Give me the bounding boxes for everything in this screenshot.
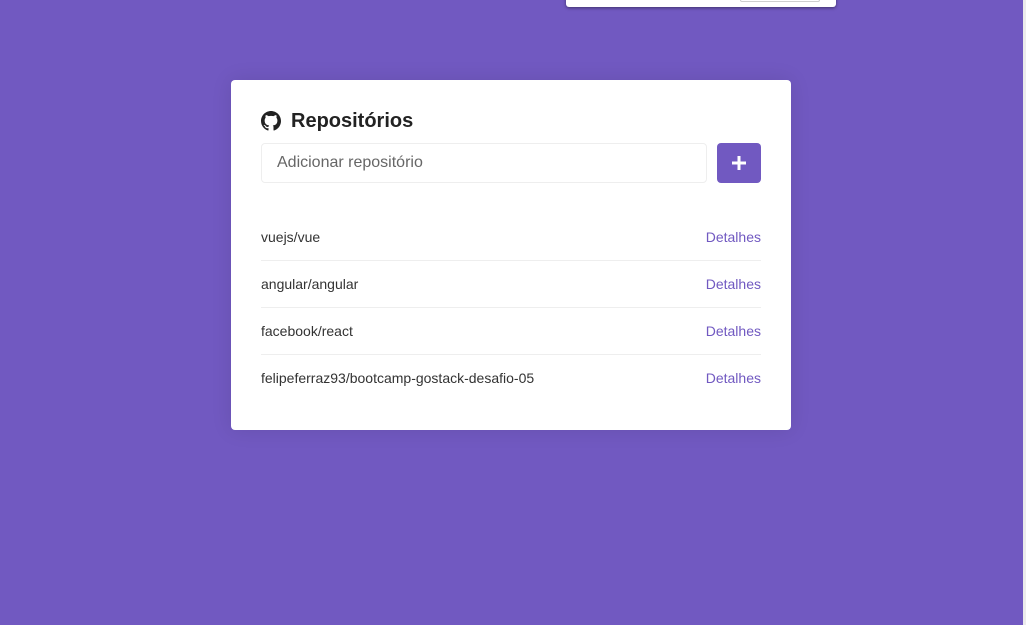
details-link[interactable]: Detalhes xyxy=(706,229,761,245)
repository-input[interactable] xyxy=(261,143,707,183)
repository-list: vuejs/vue Detalhes angular/angular Detal… xyxy=(261,213,761,401)
github-icon xyxy=(261,111,281,131)
top-popup-control[interactable] xyxy=(740,0,820,2)
details-link[interactable]: Detalhes xyxy=(706,370,761,386)
repository-name: angular/angular xyxy=(261,276,359,292)
add-repository-form xyxy=(261,143,761,183)
add-repository-button[interactable] xyxy=(717,143,761,183)
details-link[interactable]: Detalhes xyxy=(706,323,761,339)
plus-icon xyxy=(732,156,746,170)
details-link[interactable]: Detalhes xyxy=(706,276,761,292)
repository-name: felipeferraz93/bootcamp-gostack-desafio-… xyxy=(261,370,535,386)
list-item: facebook/react Detalhes xyxy=(261,307,761,354)
repository-name: vuejs/vue xyxy=(261,228,321,245)
repository-name: facebook/react xyxy=(261,323,353,339)
list-item: angular/angular Detalhes xyxy=(261,260,761,307)
page-title: Repositórios xyxy=(261,110,761,132)
top-popup-panel xyxy=(566,0,836,7)
repositories-card: Repositórios vuejs/vue Detalhes angular/… xyxy=(231,80,791,430)
list-item: vuejs/vue Detalhes xyxy=(261,213,761,260)
title-text: Repositórios xyxy=(291,109,414,132)
list-item: felipeferraz93/bootcamp-gostack-desafio-… xyxy=(261,354,761,401)
